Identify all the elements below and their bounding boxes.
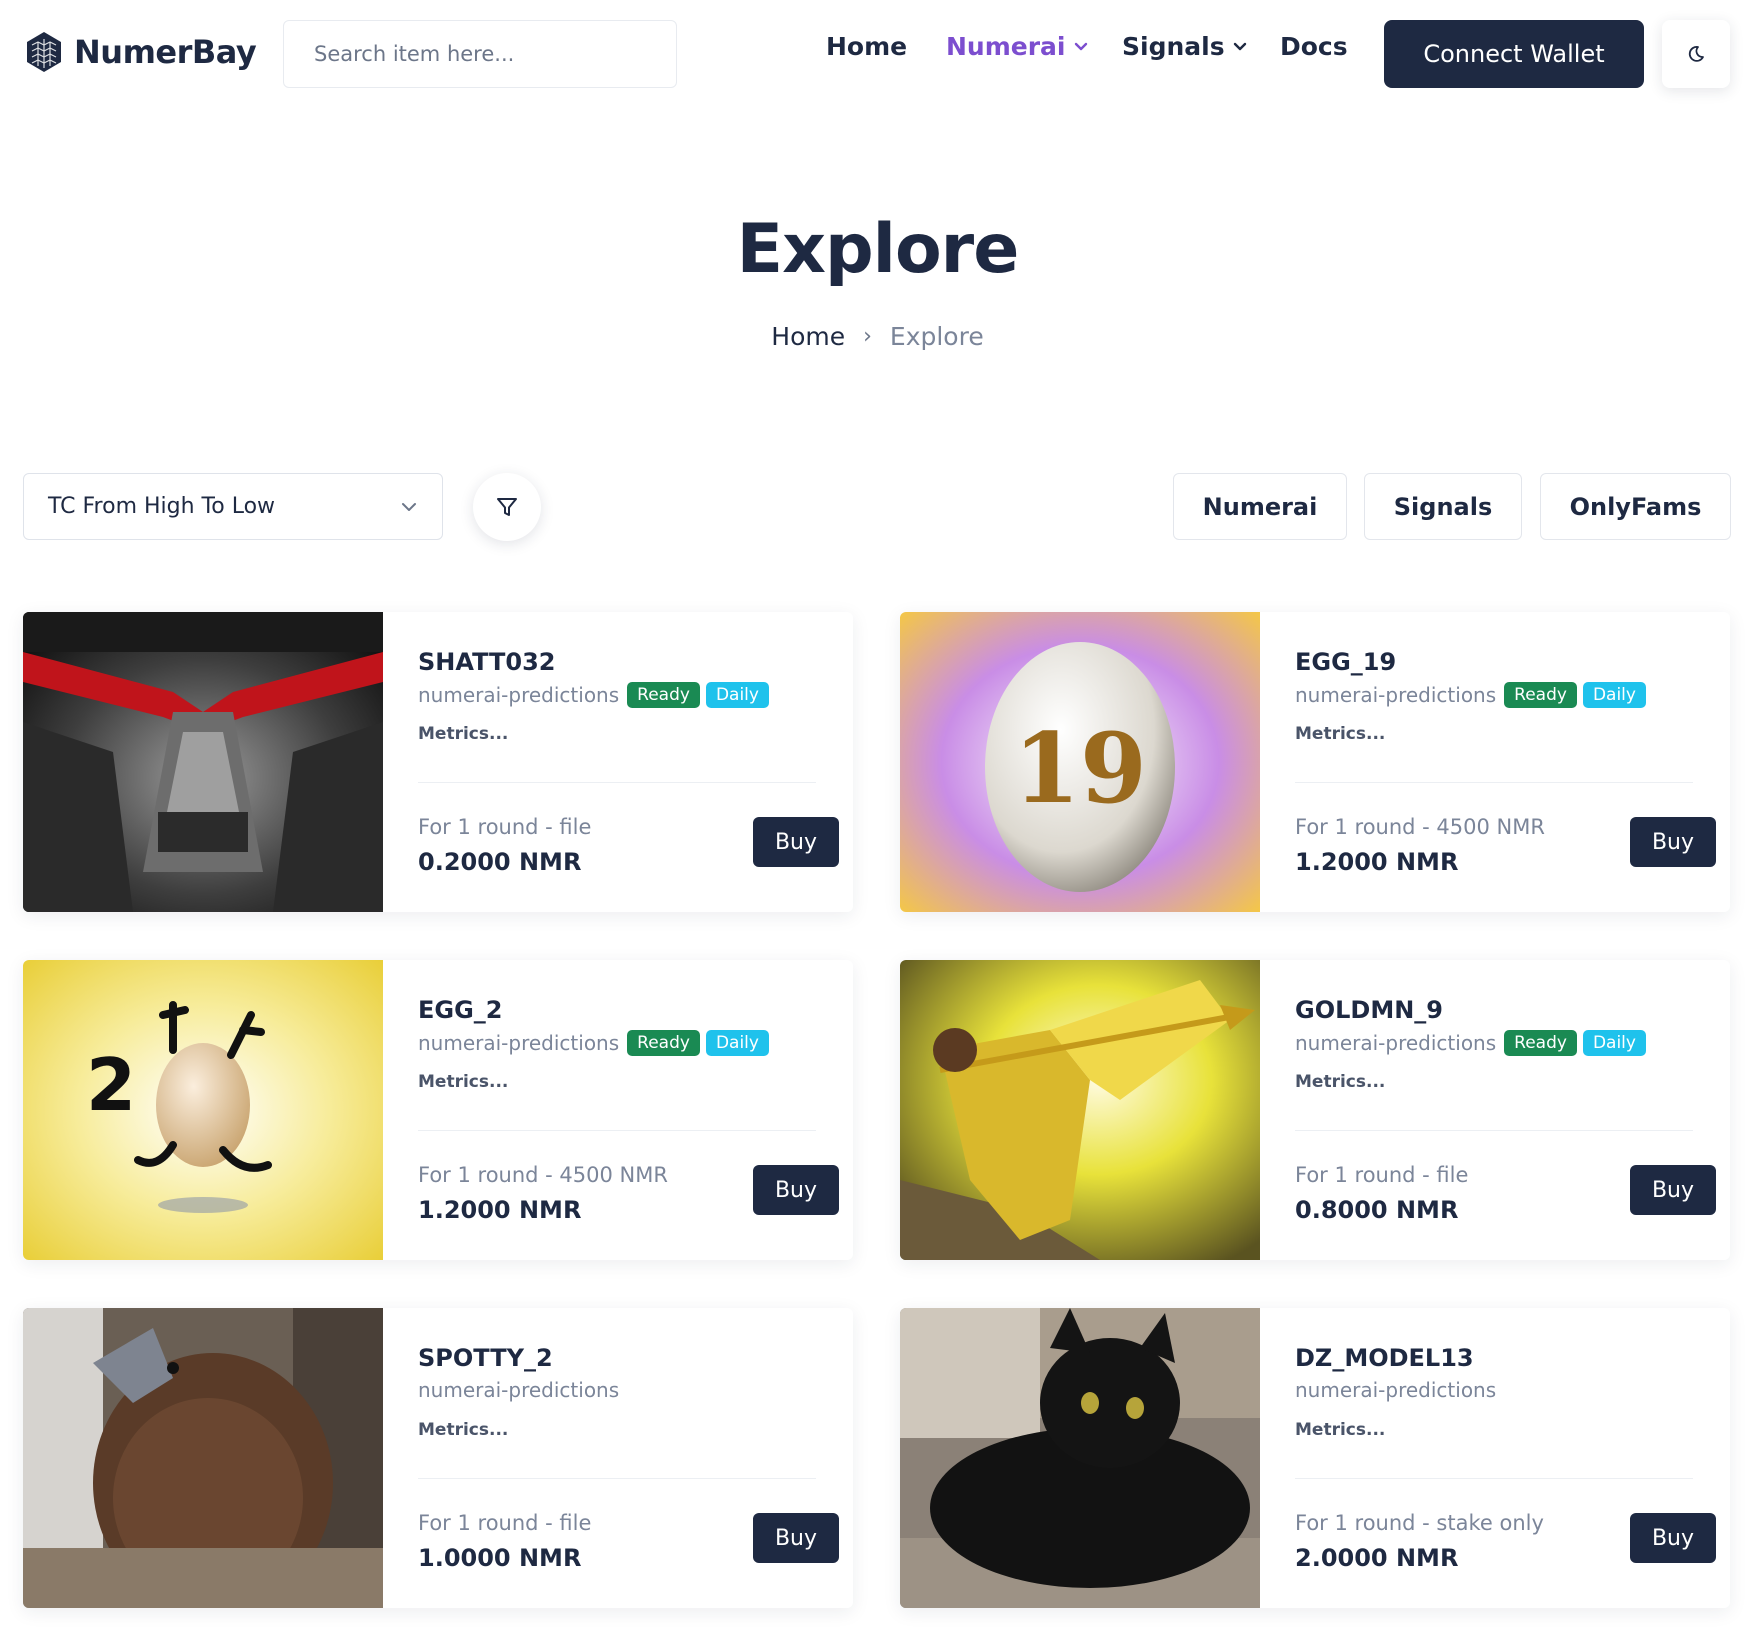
sort-select-value: TC From High To Low <box>48 494 276 519</box>
product-plan: For 1 round - file <box>418 815 592 839</box>
product-metrics: Metrics... <box>1295 1420 1386 1440</box>
category-onlyfams-button[interactable]: OnlyFams <box>1540 473 1731 540</box>
nav-numerai-label: Numerai <box>946 32 1066 61</box>
product-price: 0.2000 NMR <box>418 848 582 876</box>
nav-docs[interactable]: Docs <box>1280 32 1348 61</box>
product-card[interactable]: 19 EGG_19 numerai-predictions Ready Dail… <box>900 612 1730 912</box>
daily-badge: Daily <box>1582 682 1646 708</box>
product-name[interactable]: GOLDMN_9 <box>1295 996 1443 1024</box>
svg-text:2: 2 <box>86 1043 136 1127</box>
sort-select[interactable]: TC From High To Low <box>23 473 443 540</box>
product-thumbnail-image[interactable] <box>900 1308 1260 1608</box>
breadcrumb-separator: › <box>863 324 872 349</box>
product-name[interactable]: EGG_2 <box>418 996 503 1024</box>
product-thumbnail-image[interactable]: 2 <box>23 960 383 1260</box>
product-category: numerai-predictions <box>418 683 620 707</box>
product-metrics: Metrics... <box>418 1072 509 1092</box>
product-metrics: Metrics... <box>1295 724 1386 744</box>
card-divider <box>1295 1130 1693 1131</box>
logo[interactable]: NumerBay <box>24 28 257 76</box>
product-name[interactable]: SHATT032 <box>418 648 555 676</box>
site-header: NumerBay Home Numerai Signals Docs Conne… <box>0 0 1755 108</box>
buy-button[interactable]: Buy <box>753 1165 839 1215</box>
product-card[interactable]: GOLDMN_9 numerai-predictions Ready Daily… <box>900 960 1730 1260</box>
product-card[interactable]: SPOTTY_2 numerai-predictions Metrics... … <box>23 1308 853 1608</box>
product-category: numerai-predictions <box>1295 1378 1497 1402</box>
chevron-down-icon <box>402 502 416 511</box>
connect-wallet-button[interactable]: Connect Wallet <box>1384 20 1644 88</box>
ready-badge: Ready <box>627 1030 700 1056</box>
ready-badge: Ready <box>1504 1030 1577 1056</box>
moon-icon <box>1688 46 1704 62</box>
breadcrumb-current: Explore <box>889 322 984 351</box>
category-signals-button[interactable]: Signals <box>1364 473 1522 540</box>
buy-button[interactable]: Buy <box>1630 1165 1716 1215</box>
product-plan: For 1 round - 4500 NMR <box>1295 815 1545 839</box>
filter-icon <box>497 498 517 516</box>
breadcrumb-home[interactable]: Home <box>771 322 845 351</box>
product-metrics: Metrics... <box>418 724 509 744</box>
product-category: numerai-predictions <box>1295 1031 1497 1055</box>
product-name[interactable]: EGG_19 <box>1295 648 1396 676</box>
product-price: 1.2000 NMR <box>1295 848 1459 876</box>
product-plan: For 1 round - 4500 NMR <box>418 1163 668 1187</box>
search-input[interactable] <box>284 21 676 87</box>
card-divider <box>1295 782 1693 783</box>
product-metrics: Metrics... <box>1295 1072 1386 1092</box>
buy-button[interactable]: Buy <box>753 817 839 867</box>
filter-button[interactable] <box>473 473 541 541</box>
ready-badge: Ready <box>627 682 700 708</box>
product-category: numerai-predictions <box>418 1031 620 1055</box>
product-card[interactable]: DZ_MODEL13 numerai-predictions Metrics..… <box>900 1308 1730 1608</box>
theme-toggle-button[interactable] <box>1662 20 1730 88</box>
category-numerai-button[interactable]: Numerai <box>1173 473 1347 540</box>
logo-text: NumerBay <box>74 33 257 71</box>
nav-docs-label: Docs <box>1280 32 1348 61</box>
ready-badge: Ready <box>1504 682 1577 708</box>
product-name[interactable]: SPOTTY_2 <box>418 1344 553 1372</box>
buy-button[interactable]: Buy <box>1630 817 1716 867</box>
product-plan: For 1 round - file <box>1295 1163 1469 1187</box>
product-price: 2.0000 NMR <box>1295 1544 1459 1572</box>
product-plan: For 1 round - stake only <box>1295 1511 1544 1535</box>
breadcrumb: Home › Explore <box>0 322 1755 351</box>
nav-signals[interactable]: Signals <box>1122 32 1247 61</box>
nav-home[interactable]: Home <box>826 32 907 61</box>
product-plan: For 1 round - file <box>418 1511 592 1535</box>
card-divider <box>418 782 816 783</box>
card-divider <box>418 1130 816 1131</box>
product-thumbnail-image[interactable] <box>23 612 383 912</box>
product-thumbnail-image[interactable]: 19 <box>900 612 1260 912</box>
product-price: 1.0000 NMR <box>418 1544 582 1572</box>
product-thumbnail-image[interactable] <box>23 1308 383 1608</box>
buy-button[interactable]: Buy <box>753 1513 839 1563</box>
buy-button[interactable]: Buy <box>1630 1513 1716 1563</box>
product-card[interactable]: 2 EGG_2 numerai-predictions Ready Daily … <box>23 960 853 1260</box>
svg-text:19: 19 <box>1013 712 1147 825</box>
product-card[interactable]: SHATT032 numerai-predictions Ready Daily… <box>23 612 853 912</box>
product-price: 1.2000 NMR <box>418 1196 582 1224</box>
daily-badge: Daily <box>1582 1030 1646 1056</box>
nav-numerai[interactable]: Numerai <box>946 32 1088 61</box>
search-box <box>283 20 677 88</box>
chevron-down-icon <box>1074 42 1087 50</box>
card-divider <box>1295 1478 1693 1479</box>
numerbay-logo-icon <box>27 32 61 72</box>
daily-badge: Daily <box>705 1030 769 1056</box>
nav-signals-label: Signals <box>1122 32 1225 61</box>
nav-home-label: Home <box>826 32 908 61</box>
product-category: numerai-predictions <box>418 1378 620 1402</box>
chevron-down-icon <box>1233 42 1246 50</box>
product-category: numerai-predictions <box>1295 683 1497 707</box>
daily-badge: Daily <box>705 682 769 708</box>
product-thumbnail-image[interactable] <box>900 960 1260 1260</box>
product-price: 0.8000 NMR <box>1295 1196 1459 1224</box>
card-divider <box>418 1478 816 1479</box>
product-name[interactable]: DZ_MODEL13 <box>1295 1344 1474 1372</box>
product-metrics: Metrics... <box>418 1420 509 1440</box>
page-title: Explore <box>736 210 1020 289</box>
